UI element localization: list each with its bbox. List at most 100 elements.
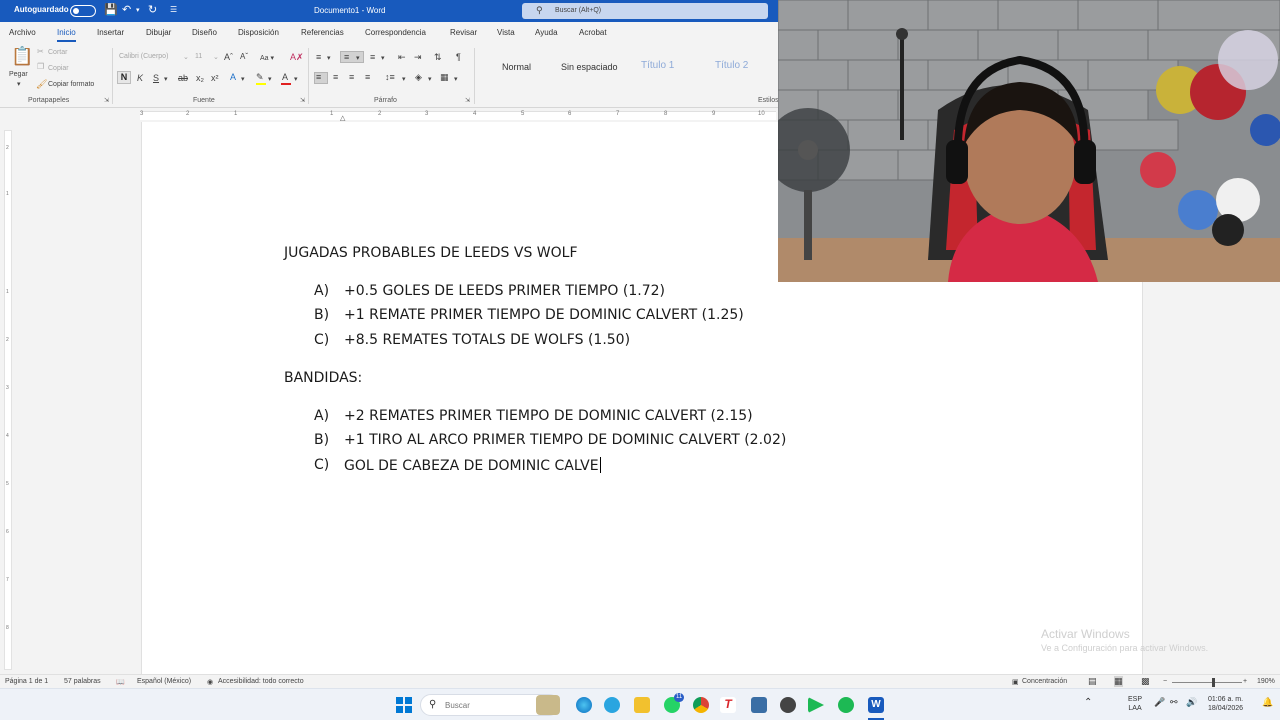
edge-browser-icon[interactable] [576, 697, 592, 713]
align-center-icon[interactable]: ≡ [333, 72, 338, 82]
tab-vista[interactable]: Vista [497, 28, 515, 37]
zoom-slider-thumb[interactable] [1212, 678, 1215, 687]
tab-inicio[interactable]: Inicio [57, 28, 76, 42]
copy-button[interactable]: Copiar [48, 65, 69, 72]
change-case-button[interactable]: Aa ▾ [260, 54, 274, 62]
cut-button[interactable]: Cortar [48, 49, 67, 56]
list-item[interactable]: +1 TIRO AL ARCO PRIMER TIEMPO DE DOMINIC… [344, 432, 786, 448]
language-status[interactable]: Español (México) [137, 678, 191, 685]
zoom-level[interactable]: 190% [1257, 678, 1275, 685]
list-item[interactable]: +0.5 GOLES DE LEEDS PRIMER TIEMPO (1.72) [344, 283, 665, 299]
windows-start-icon[interactable] [396, 697, 412, 713]
tab-archivo[interactable]: Archivo [9, 28, 36, 37]
line-spacing-dropdown-icon[interactable]: ▾ [402, 75, 406, 83]
multilevel-list-icon[interactable]: ≡ [370, 52, 375, 62]
numbering-icon[interactable]: ≡ [344, 52, 349, 62]
web-layout-icon[interactable]: ▩ [1141, 676, 1150, 687]
tab-acrobat[interactable]: Acrobat [579, 28, 607, 37]
zoom-in-icon[interactable]: + [1243, 678, 1247, 685]
underline-dropdown-icon[interactable]: ▾ [164, 75, 168, 83]
list-item[interactable]: +8.5 REMATES TOTALS DE WOLFS (1.50) [344, 332, 630, 348]
tab-ayuda[interactable]: Ayuda [535, 28, 558, 37]
numbering-dropdown-icon[interactable]: ▾ [356, 54, 360, 62]
align-right-icon[interactable]: ≡ [349, 72, 354, 82]
typing-app-icon[interactable]: T [720, 697, 736, 713]
tab-diseno[interactable]: Diseño [192, 28, 217, 37]
text-effects-dropdown-icon[interactable]: ▾ [241, 75, 245, 83]
show-marks-icon[interactable]: ¶ [456, 52, 461, 62]
proofing-icon[interactable]: 📖 [116, 678, 125, 686]
tab-insertar[interactable]: Insertar [97, 28, 124, 37]
tab-revisar[interactable]: Revisar [450, 28, 477, 37]
word-app-icon[interactable]: W [868, 697, 884, 713]
list-item-editing[interactable]: GOL DE CABEZA DE DOMINIC CALVE [344, 457, 601, 474]
borders-dropdown-icon[interactable]: ▾ [454, 75, 458, 83]
align-left-icon[interactable]: ≡ [316, 72, 321, 82]
document-subheading[interactable]: BANDIDAS: [284, 370, 362, 386]
input-language[interactable]: ESP LAA [1128, 695, 1142, 713]
increase-indent-icon[interactable]: ⇥ [414, 52, 422, 63]
page-count[interactable]: Página 1 de 1 [5, 678, 48, 685]
shading-icon[interactable]: ◈ [415, 72, 422, 83]
vertical-ruler[interactable]: 2 1 1 2 3 4 5 6 7 8 [4, 130, 12, 670]
superscript-button[interactable]: x² [211, 73, 219, 83]
zoom-slider-track[interactable] [1172, 682, 1242, 683]
save-icon[interactable]: 💾 [104, 3, 118, 16]
style-heading-1[interactable]: Título 1 [641, 60, 674, 71]
font-family-select[interactable]: Calibri (Cuerpo) ⌄ [118, 52, 190, 64]
clear-formatting-icon[interactable]: A✗ [290, 52, 304, 63]
customize-qat-icon[interactable]: ☰ [170, 5, 177, 14]
wifi-icon[interactable]: ⚯ [1170, 698, 1178, 707]
grow-font-icon[interactable]: Aˆ [224, 52, 233, 62]
calculator-icon[interactable] [751, 697, 767, 713]
redo-icon[interactable]: ↻ [148, 3, 157, 16]
shrink-font-icon[interactable]: Aˇ [240, 52, 248, 61]
clock[interactable]: 01:06 a. m. 18/04/2026 [1208, 695, 1243, 713]
notifications-icon[interactable]: 🔔 [1262, 698, 1273, 707]
bold-button[interactable]: N [117, 71, 131, 84]
tray-overflow-icon[interactable]: ⌃ [1084, 698, 1092, 708]
play-app-icon[interactable] [808, 697, 824, 713]
multilevel-dropdown-icon[interactable]: ▾ [381, 54, 385, 62]
line-spacing-icon[interactable]: ↕≡ [385, 72, 395, 82]
paragraph-launcher-icon[interactable]: ⇲ [465, 97, 470, 104]
obs-icon[interactable] [780, 697, 796, 713]
chrome-icon[interactable] [693, 697, 709, 713]
paste-dropdown-icon[interactable]: ▾ [17, 80, 21, 88]
italic-button[interactable]: K [137, 73, 143, 83]
telegram-icon[interactable] [604, 697, 620, 713]
tab-correspondencia[interactable]: Correspondencia [365, 28, 426, 37]
style-no-spacing[interactable]: Sin espaciado [561, 62, 618, 72]
horizontal-ruler[interactable]: 3 2 1 1 2 3 4 5 6 7 8 9 10 △ [0, 108, 778, 122]
list-item[interactable]: +2 REMATES PRIMER TIEMPO DE DOMINIC CALV… [344, 408, 753, 424]
highlight-icon[interactable]: ✎ [256, 72, 264, 83]
print-layout-icon[interactable]: ▦ [1114, 676, 1123, 687]
font-launcher-icon[interactable]: ⇲ [300, 97, 305, 104]
font-size-select[interactable]: 11 ⌄ [194, 52, 220, 64]
highlight-dropdown-icon[interactable]: ▾ [268, 75, 272, 83]
undo-dropdown-icon[interactable]: ▾ [136, 6, 140, 14]
read-mode-icon[interactable]: ▤ [1088, 676, 1097, 687]
style-heading-2[interactable]: Título 2 [715, 60, 748, 71]
list-item[interactable]: +1 REMATE PRIMER TIEMPO DE DOMINIC CALVE… [344, 307, 744, 323]
tab-disposicion[interactable]: Disposición [238, 28, 279, 37]
decrease-indent-icon[interactable]: ⇤ [398, 52, 406, 63]
sort-icon[interactable]: ⇅ [434, 52, 442, 63]
shading-dropdown-icon[interactable]: ▾ [428, 75, 432, 83]
bullets-dropdown-icon[interactable]: ▾ [327, 54, 331, 62]
indent-marker-icon[interactable]: △ [340, 114, 345, 122]
search-box[interactable]: ⚲ Buscar (Alt+Q) [522, 3, 768, 19]
tab-referencias[interactable]: Referencias [301, 28, 344, 37]
font-color-icon[interactable]: A [282, 72, 288, 82]
volume-icon[interactable]: 🔊 [1186, 698, 1197, 707]
borders-icon[interactable]: ▦ [440, 72, 449, 83]
paste-button[interactable]: Pegar [9, 71, 28, 78]
tab-dibujar[interactable]: Dibujar [146, 28, 171, 37]
spotify-icon[interactable] [838, 697, 854, 713]
zoom-out-icon[interactable]: − [1163, 678, 1167, 685]
bullets-icon[interactable]: ≡ [316, 52, 321, 62]
widget-thumbnail-icon[interactable] [536, 695, 560, 715]
style-normal[interactable]: Normal [502, 62, 531, 72]
document-heading[interactable]: JUGADAS PROBABLES DE LEEDS VS WOLF [284, 245, 578, 261]
paste-icon[interactable]: 📋 [11, 46, 33, 67]
